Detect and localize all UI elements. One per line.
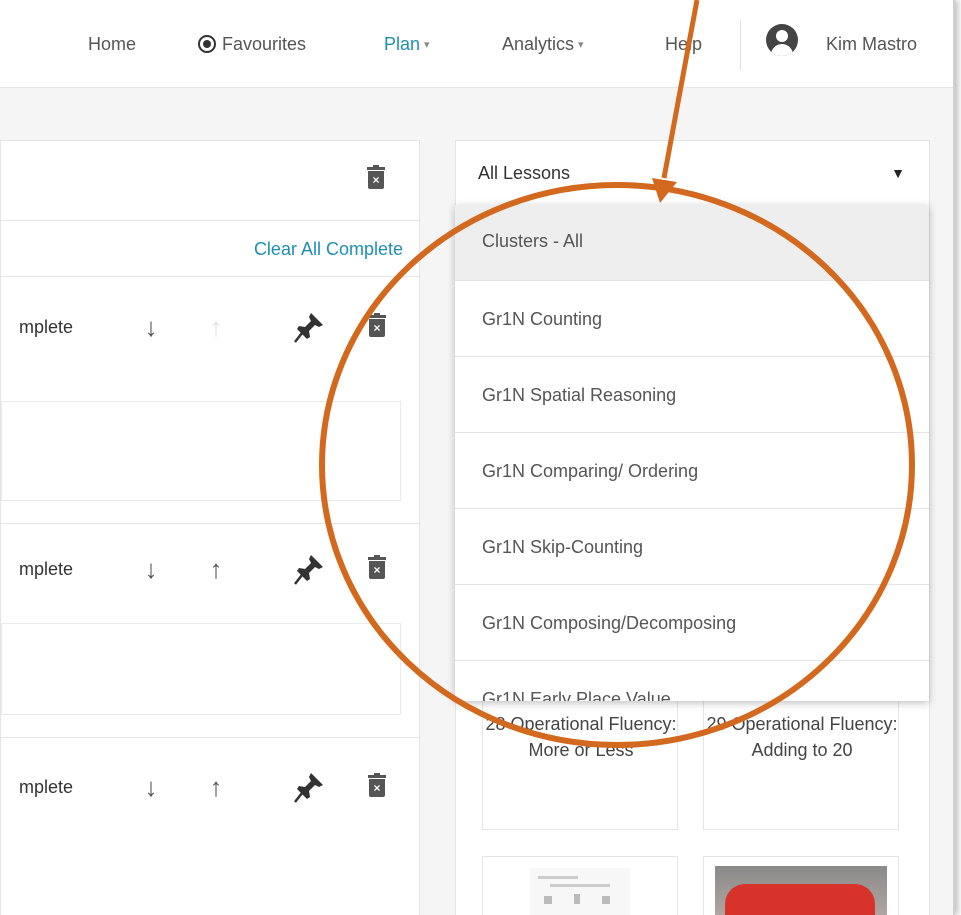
divider (1, 737, 421, 738)
dropdown-option-label: Gr1N Spatial Reasoning (482, 385, 677, 405)
clear-all-complete-link[interactable]: Clear All Complete (254, 239, 403, 260)
lesson-row: mplete ↓ ↑ × (1, 307, 421, 357)
chevron-down-icon: ▾ (578, 39, 584, 51)
lesson-card-28[interactable]: 28 Operational Fluency: More or Less (482, 692, 678, 830)
lesson-plan-panel: × Clear All Complete mplete ↓ ↑ × mplete… (0, 140, 421, 915)
lesson-card-title: 28 Operational Fluency: More or Less (485, 714, 677, 760)
nav-favourites[interactable]: Favourites (198, 34, 306, 55)
dropdown-option[interactable]: Gr1N Composing/Decomposing (455, 585, 929, 661)
nav-plan[interactable]: Plan ▾ (384, 34, 430, 55)
nav-divider (740, 20, 741, 70)
lesson-card-29[interactable]: 29 Operational Fluency: Adding to 20 (703, 692, 899, 830)
delete-trash-icon[interactable]: × (368, 313, 386, 337)
dropdown-option-label: Clusters - All (482, 231, 584, 251)
nav-help[interactable]: Help (665, 34, 702, 55)
dropdown-option-label: Gr1N Skip-Counting (482, 537, 644, 557)
nav-favourites-label: Favourites (222, 34, 307, 54)
lesson-row: mplete ↓ ↑ × (1, 767, 421, 817)
heart-circle-icon (198, 35, 216, 53)
dropdown-option[interactable]: Gr1N Comparing/ Ordering (455, 433, 929, 509)
pin-icon[interactable] (293, 553, 325, 587)
dropdown-option-label: Gr1N Early Place Value (482, 689, 671, 701)
dropdown-option[interactable]: Gr1N Skip-Counting (455, 509, 929, 585)
user-name[interactable]: Kim Mastro (826, 34, 917, 55)
clear-row: Clear All Complete (1, 221, 421, 277)
dropdown-option[interactable]: Clusters - All (455, 205, 929, 281)
delete-trash-icon[interactable]: × (368, 555, 386, 579)
lesson-row: mplete ↓ ↑ × (1, 549, 421, 599)
lesson-filter-value: All Lessons (478, 163, 571, 183)
lesson-photo (715, 866, 887, 915)
delete-trash-icon[interactable]: × (368, 773, 386, 797)
lesson-card[interactable] (1, 401, 401, 501)
move-up-icon: ↑ (209, 312, 223, 342)
move-down-icon[interactable]: ↓ (135, 311, 167, 345)
move-up-icon[interactable]: ↑ (200, 771, 232, 805)
move-down-icon[interactable]: ↓ (135, 553, 167, 587)
nav-analytics-label: Analytics (502, 34, 575, 54)
plan-header: × (1, 141, 421, 221)
lesson-filter-select[interactable]: All Lessons ▼ (456, 141, 929, 205)
app-window: Home Favourites Plan ▾ Analytics ▾ Help Ki… (0, 0, 955, 915)
lesson-filter-dropdown: Clusters - All Gr1N Counting Gr1N Spatia… (455, 205, 929, 701)
dropdown-option-label: Gr1N Comparing/ Ordering (482, 461, 699, 481)
complete-label[interactable]: mplete (19, 777, 73, 798)
move-down-icon[interactable]: ↓ (135, 771, 167, 805)
chevron-down-icon: ▾ (424, 39, 430, 51)
nav-plan-label: Plan (384, 34, 421, 54)
nav-home[interactable]: Home (88, 34, 136, 55)
divider (1, 523, 421, 524)
nav-analytics[interactable]: Analytics ▾ (502, 34, 584, 55)
lesson-thumbnail (530, 868, 630, 915)
user-avatar-icon[interactable] (766, 24, 798, 56)
complete-label[interactable]: mplete (19, 559, 73, 580)
lesson-card[interactable] (1, 623, 401, 715)
dropdown-option-label: Gr1N Composing/Decomposing (482, 613, 737, 633)
lesson-card-title: 29 Operational Fluency: Adding to 20 (706, 714, 898, 760)
pin-icon[interactable] (293, 311, 325, 345)
caret-down-icon: ▼ (891, 165, 905, 181)
move-up-icon[interactable]: ↑ (200, 553, 232, 587)
dropdown-option[interactable]: Gr1N Spatial Reasoning (455, 357, 929, 433)
complete-label[interactable]: mplete (19, 317, 73, 338)
pin-icon[interactable] (293, 771, 325, 805)
top-nav: Home Favourites Plan ▾ Analytics ▾ Help Ki… (0, 0, 953, 88)
delete-all-trash-icon[interactable]: × (367, 165, 385, 189)
dropdown-option-label: Gr1N Counting (482, 309, 603, 329)
dropdown-option[interactable]: Gr1N Counting (455, 281, 929, 357)
dropdown-option[interactable]: Gr1N Early Place Value (455, 661, 929, 701)
